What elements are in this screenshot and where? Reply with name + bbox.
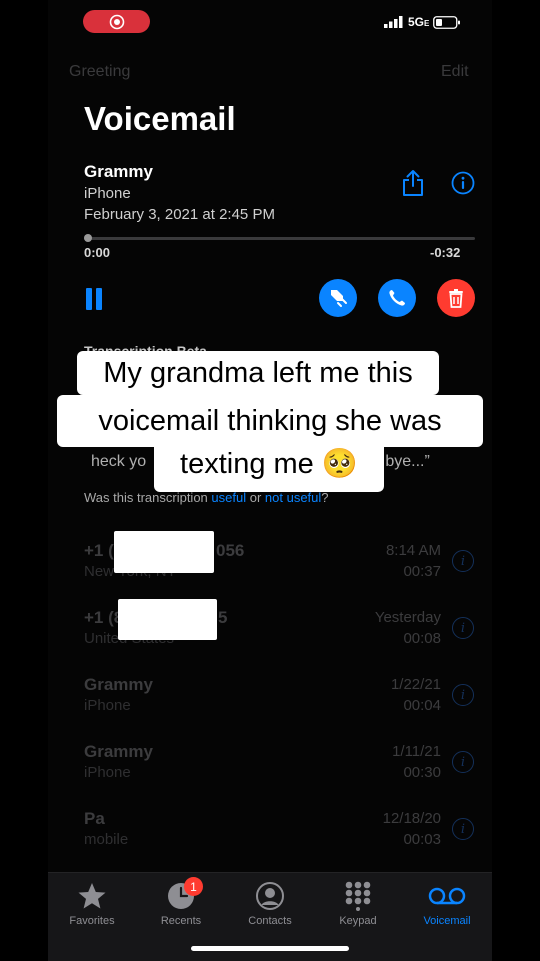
greeting-button[interactable]: Greeting (69, 63, 130, 81)
keypad-icon (345, 881, 371, 911)
voicemail-1-date: 8:14 AM (385, 542, 441, 559)
scrubber-knob[interactable] (84, 234, 92, 242)
status-bar-right: 5GE (384, 15, 461, 29)
tab-keypad[interactable]: Keypad (315, 881, 401, 927)
share-button[interactable] (401, 169, 425, 202)
tab-recents[interactable]: 1 Recents (138, 877, 224, 927)
battery-icon (433, 15, 461, 29)
voicemail-date: February 3, 2021 at 2:45 PM (84, 206, 275, 223)
voicemail-5-duration: 00:03 (403, 831, 441, 848)
voicemail-1-name-end[interactable]: 056 (216, 541, 244, 561)
redaction-box (118, 599, 217, 640)
info-icon (451, 171, 475, 195)
delete-button[interactable] (437, 279, 475, 317)
voicemail-4-sub: iPhone (84, 764, 131, 781)
caption-line-1: My grandma left me this (77, 351, 439, 395)
recents-badge: 1 (184, 877, 203, 896)
voicemail-2-date: Yesterday (374, 609, 441, 626)
transcript-start: heck yo (91, 453, 147, 470)
tab-favorites[interactable]: Favorites (49, 881, 135, 927)
feedback-prefix: Was this transcription (84, 490, 212, 505)
detail-info-button[interactable] (451, 171, 475, 200)
home-indicator[interactable] (191, 946, 349, 951)
tab-keypad-label: Keypad (339, 915, 377, 927)
signal-icon (384, 16, 403, 28)
page-title: Voicemail (84, 100, 236, 137)
voicemail-1-duration: 00:37 (403, 563, 441, 580)
person-circle-icon (256, 882, 284, 910)
tab-voicemail[interactable]: Voicemail (404, 881, 490, 927)
voicemail-2-name-end[interactable]: 5 (218, 608, 227, 628)
voicemail-3-info-button[interactable]: i (452, 684, 474, 706)
tab-contacts-label: Contacts (248, 915, 292, 927)
network-label: 5GE (408, 15, 430, 29)
pause-button[interactable] (85, 287, 105, 316)
elapsed-time: 0:00 (84, 245, 111, 260)
voicemail-4-name[interactable]: Grammy (84, 742, 153, 762)
share-icon (403, 170, 423, 196)
voicemail-5-sub: mobile (84, 831, 129, 848)
voicemail-1-name-start[interactable]: +1 ( (84, 541, 114, 561)
voicemail-4-duration: 00:30 (403, 764, 441, 781)
phone-icon (389, 290, 405, 306)
tab-favorites-label: Favorites (69, 915, 115, 927)
recents-icon-wrap: 1 (166, 877, 203, 911)
voicemail-5-date: 12/18/20 (382, 810, 441, 827)
voicemail-2-duration: 00:08 (403, 630, 441, 647)
voicemail-4-info-button[interactable]: i (452, 751, 474, 773)
pause-icon (86, 288, 102, 310)
voicemail-2-info-button[interactable]: i (452, 617, 474, 639)
edit-button[interactable]: Edit (441, 63, 469, 81)
voicemail-3-duration: 00:04 (403, 697, 441, 714)
feedback-suffix: ? (321, 490, 329, 505)
caption-line-3: texting me 🥺 (154, 437, 384, 492)
tab-recents-label: Recents (160, 915, 202, 927)
speaker-button[interactable] (319, 279, 357, 317)
transcription-feedback: Was this transcription useful or not use… (84, 490, 329, 505)
voicemail-5-info-button[interactable]: i (452, 818, 474, 840)
tab-voicemail-label: Voicemail (423, 915, 471, 927)
caller-label: iPhone (84, 185, 131, 202)
tab-contacts[interactable]: Contacts (227, 881, 313, 927)
trash-icon (449, 289, 463, 308)
voicemail-5-name[interactable]: Pa (84, 809, 105, 829)
voicemail-1-info-button[interactable]: i (452, 550, 474, 572)
useful-link[interactable]: useful (211, 490, 246, 505)
not-useful-link[interactable]: not useful (265, 490, 321, 505)
voicemail-3-name[interactable]: Grammy (84, 675, 153, 695)
feedback-or: or (246, 490, 265, 505)
playback-scrubber[interactable] (84, 237, 475, 240)
speaker-icon (331, 290, 347, 307)
record-icon (109, 14, 124, 29)
voicemail-3-date: 1/22/21 (390, 676, 441, 693)
caller-name: Grammy (84, 162, 153, 181)
voicemail-icon (428, 887, 466, 905)
voicemail-4-date: 1/11/21 (392, 743, 441, 760)
voicemail-3-sub: iPhone (84, 697, 131, 714)
call-back-button[interactable] (378, 279, 416, 317)
redaction-box (114, 531, 214, 573)
screen-recording-indicator[interactable] (83, 10, 150, 33)
star-icon (78, 883, 106, 909)
remaining-time: -0:32 (430, 245, 461, 260)
